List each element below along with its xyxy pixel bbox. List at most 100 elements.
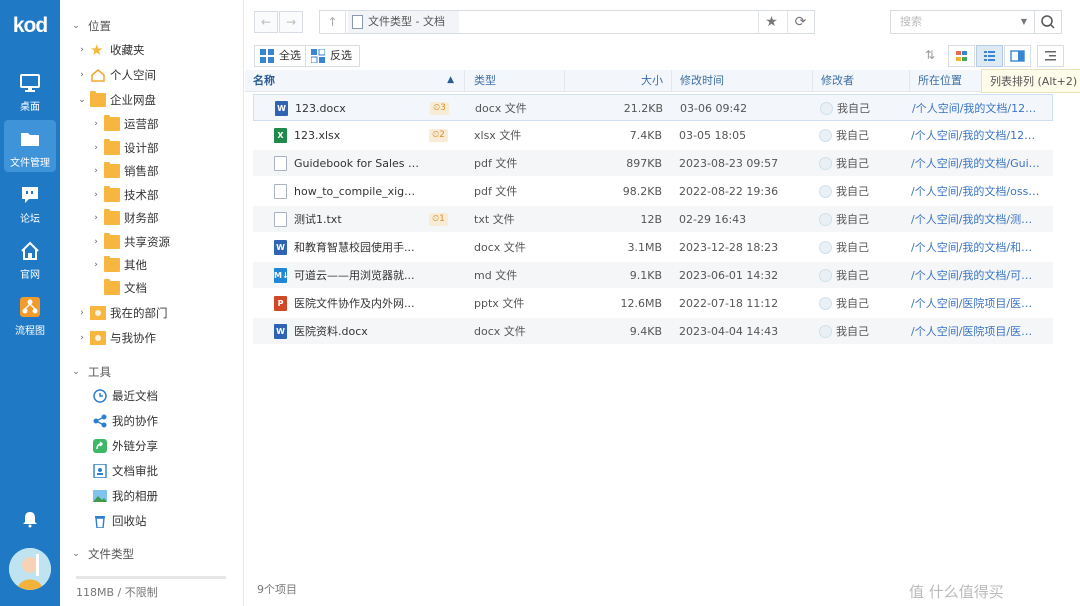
invert-grid-icon bbox=[311, 49, 325, 63]
table-row[interactable]: 测试1.txt ⏲1 txt 文件 12B 02-29 16:43 我自己/个人空间/我的… bbox=[253, 206, 1053, 233]
folder-icon bbox=[104, 255, 120, 272]
file-name[interactable]: 测试1.txt bbox=[294, 206, 422, 233]
table-row[interactable]: P 医院文件协作及内外网... pptx 文件 12.6MB 2022-07-18 11… bbox=[253, 290, 1053, 317]
view-icon-button[interactable] bbox=[948, 45, 975, 67]
txt-file-icon bbox=[274, 212, 287, 227]
sort-icon[interactable]: ⇅ bbox=[925, 48, 941, 64]
file-name[interactable]: 可道云——用浏览器就... bbox=[294, 262, 422, 289]
tree-item-enterprise[interactable]: ⌄ 企业网盘 bbox=[76, 90, 156, 110]
col-modifier[interactable]: 修改者 bbox=[813, 70, 910, 91]
tree-item-dept[interactable]: › 设计部 bbox=[90, 138, 159, 158]
tool-album[interactable]: 我的相册 bbox=[90, 486, 158, 506]
file-name[interactable]: 和教育智慧校园使用手... bbox=[294, 234, 422, 261]
file-location[interactable]: /个人空间/医院项目/医院... bbox=[911, 290, 1041, 317]
bell-icon[interactable] bbox=[21, 510, 39, 528]
up-arrow-icon[interactable]: ↑ bbox=[320, 11, 346, 33]
panel-toggle-button[interactable] bbox=[1037, 45, 1064, 67]
table-row[interactable]: how_to_compile_xigma... pdf 文件 98.2KB 2022-… bbox=[253, 178, 1053, 205]
nav-flowchart[interactable]: 流程图 bbox=[4, 288, 56, 340]
tool-my-collab[interactable]: 我的协作 bbox=[90, 411, 158, 431]
file-location[interactable]: /个人空间/我的文档/测试... bbox=[911, 206, 1041, 233]
file-location[interactable]: /个人空间/我的文档/123.xlsx bbox=[911, 122, 1041, 149]
file-name[interactable]: 123.docx bbox=[295, 95, 423, 122]
tool-approval[interactable]: 文档审批 bbox=[90, 461, 158, 481]
table-row[interactable]: X 123.xlsx ⏲2 xlsx 文件 7.4KB 03-05 18:05 我自己/个人… bbox=[253, 122, 1053, 149]
folder-icon bbox=[104, 208, 120, 225]
list-view-icon bbox=[984, 51, 995, 61]
tree-item-dept[interactable]: › 技术部 bbox=[90, 185, 159, 205]
file-location[interactable]: /个人空间/医院项目/医院... bbox=[911, 318, 1041, 345]
table-row[interactable]: W 医院资料.docx docx 文件 9.4KB 2023-04-04 14:43 我自… bbox=[253, 318, 1053, 345]
nav-file-manager[interactable]: 文件管理 bbox=[4, 120, 56, 172]
col-size[interactable]: 大小 bbox=[566, 70, 672, 91]
file-name[interactable]: 医院资料.docx bbox=[294, 318, 422, 345]
nav-label: 文件管理 bbox=[10, 158, 50, 169]
table-row[interactable]: W 123.docx ⏲3 docx 文件 21.2KB 03-06 09:42 我自己/个… bbox=[253, 94, 1053, 121]
chevron-down-icon[interactable]: ▼ bbox=[1021, 11, 1027, 33]
tool-recent-docs[interactable]: 最近文档 bbox=[90, 386, 158, 406]
file-location[interactable]: /个人空间/我的文档/和教... bbox=[911, 234, 1041, 261]
back-button[interactable]: ← bbox=[254, 11, 278, 33]
forward-button[interactable]: → bbox=[279, 11, 303, 33]
photo-icon bbox=[92, 489, 108, 503]
refresh-icon[interactable]: ⟳ bbox=[787, 11, 813, 33]
file-modifier: 我自己 bbox=[836, 213, 869, 226]
nav-desktop[interactable]: 桌面 bbox=[4, 64, 56, 116]
tree-item-favorites[interactable]: › ★ 收藏夹 bbox=[76, 40, 144, 60]
col-mtime[interactable]: 修改时间 bbox=[672, 70, 813, 91]
user-avatar[interactable] bbox=[9, 548, 51, 590]
item-count: 9个项目 bbox=[257, 583, 297, 596]
nav-label: 桌面 bbox=[20, 102, 40, 113]
file-name[interactable]: 123.xlsx bbox=[294, 122, 422, 149]
app-logo: kod bbox=[12, 14, 48, 37]
section-file-types[interactable]: ⌄ 文件类型 bbox=[70, 544, 134, 564]
tree-item-other[interactable]: › 其他 bbox=[90, 255, 147, 275]
breadcrumb[interactable]: 文件类型 - 文档 bbox=[348, 11, 459, 33]
tool-recycle-bin[interactable]: 回收站 bbox=[90, 511, 147, 531]
file-location[interactable]: /个人空间/我的文档/123.docx bbox=[912, 95, 1042, 122]
file-mtime: 2023-06-01 14:32 bbox=[679, 269, 779, 282]
nav-website[interactable]: 官网 bbox=[4, 232, 56, 284]
tooltip: 列表排列 (Alt+2) bbox=[981, 69, 1080, 93]
search-input[interactable]: 搜索 ▼ bbox=[890, 10, 1035, 34]
view-list-button[interactable] bbox=[976, 45, 1003, 67]
col-type[interactable]: 类型 bbox=[466, 70, 565, 91]
tree-item-shared[interactable]: › 共享资源 bbox=[90, 232, 170, 252]
col-name[interactable]: 名称 ▲ bbox=[245, 70, 465, 91]
view-split-button[interactable] bbox=[1004, 45, 1031, 67]
version-badge[interactable]: ⏲2 bbox=[429, 129, 448, 142]
left-nav: kod 桌面 文件管理 论坛 官网 流程图 bbox=[0, 0, 60, 606]
tree-item-collab[interactable]: › 与我协作 bbox=[76, 328, 156, 348]
document-icon bbox=[352, 15, 363, 29]
folder-icon bbox=[104, 114, 120, 131]
file-name[interactable]: Guidebook for Sales Inf... bbox=[294, 150, 422, 177]
file-location[interactable]: /个人空间/我的文档/可道... bbox=[911, 262, 1041, 289]
tree-item-docs[interactable]: 文档 bbox=[90, 278, 147, 298]
file-location[interactable]: /个人空间/我的文档/Guid... bbox=[911, 150, 1041, 177]
star-icon[interactable]: ★ bbox=[758, 11, 784, 33]
chevron-down-icon: ⌄ bbox=[78, 95, 86, 105]
tree-item-dept[interactable]: › 财务部 bbox=[90, 208, 159, 228]
select-all-button[interactable]: 全选 bbox=[254, 45, 309, 67]
tree-item-my-dept[interactable]: › 我在的部门 bbox=[76, 303, 168, 323]
version-badge[interactable]: ⏲1 bbox=[429, 213, 448, 226]
file-name[interactable]: how_to_compile_xigma... bbox=[294, 178, 422, 205]
address-bar[interactable]: ↑ 文件类型 - 文档 ★ ⟳ bbox=[319, 10, 815, 34]
file-name[interactable]: 医院文件协作及内外网... bbox=[294, 290, 422, 317]
file-location[interactable]: /个人空间/我的文档/oss/... bbox=[911, 178, 1041, 205]
tool-link-share[interactable]: 外链分享 bbox=[90, 436, 158, 456]
tree-item-dept[interactable]: › 销售部 bbox=[90, 161, 159, 181]
tree-item-personal[interactable]: › 个人空间 bbox=[76, 65, 156, 85]
pdf-file-icon bbox=[274, 184, 287, 199]
table-row[interactable]: M↓ 可道云——用浏览器就... md 文件 9.1KB 2023-06-01 14:3… bbox=[253, 262, 1053, 289]
search-button[interactable] bbox=[1034, 10, 1062, 34]
nav-forum[interactable]: 论坛 bbox=[4, 176, 56, 228]
section-location[interactable]: ⌄ 位置 bbox=[70, 16, 111, 36]
table-row[interactable]: Guidebook for Sales Inf... pdf 文件 897KB 202… bbox=[253, 150, 1053, 177]
version-badge[interactable]: ⏲3 bbox=[430, 102, 449, 115]
invert-selection-button[interactable]: 反选 bbox=[305, 45, 360, 67]
tree-item-dept[interactable]: › 运营部 bbox=[90, 114, 159, 134]
table-row[interactable]: W 和教育智慧校园使用手... docx 文件 3.1MB 2023-12-28 18:… bbox=[253, 234, 1053, 261]
user-avatar-icon bbox=[819, 269, 832, 282]
section-tools[interactable]: ⌄ 工具 bbox=[70, 362, 111, 382]
